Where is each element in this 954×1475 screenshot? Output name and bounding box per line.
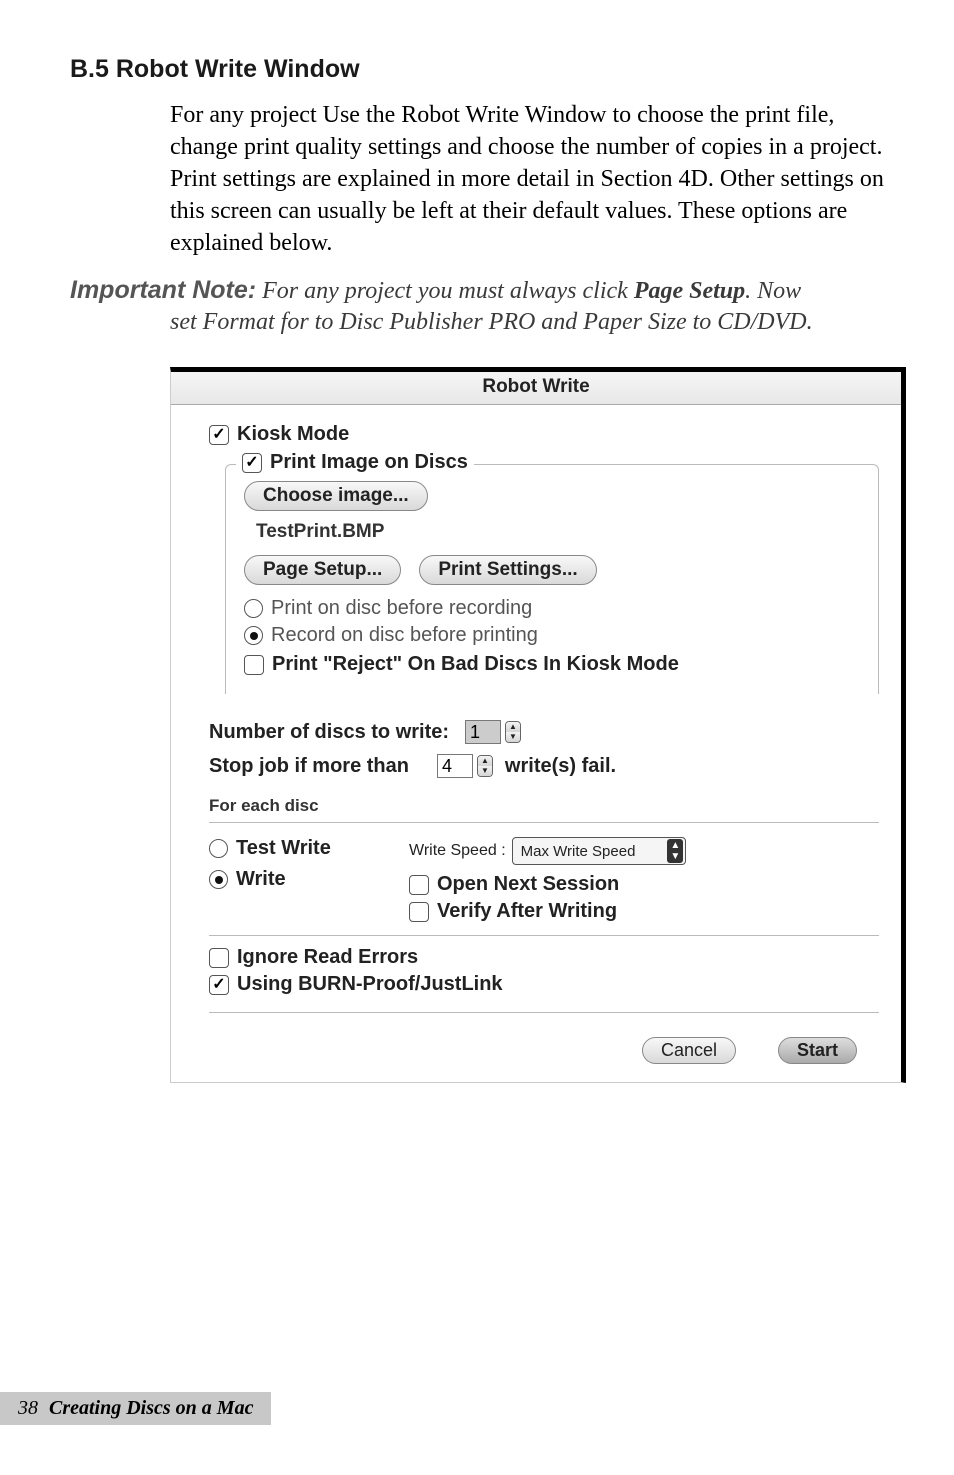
robot-write-dialog: Robot Write Kiosk Mode Print Image on Di… xyxy=(170,367,906,1083)
write-speed-label: Write Speed : xyxy=(409,842,506,860)
note-line-1b: . Now xyxy=(745,278,801,304)
print-reject-label: Print "Reject" On Bad Discs In Kiosk Mod… xyxy=(272,653,679,676)
cancel-button[interactable]: Cancel xyxy=(642,1037,736,1064)
stop-job-input[interactable] xyxy=(437,754,473,778)
print-reject-checkbox[interactable] xyxy=(244,655,264,675)
num-discs-input[interactable] xyxy=(465,720,501,744)
note-line-1a: For any project you must always click xyxy=(262,278,634,304)
print-before-label: Print on disc before recording xyxy=(271,597,532,620)
stop-job-label-b: write(s) fail. xyxy=(505,755,616,778)
num-discs-label: Number of discs to write: xyxy=(209,721,449,744)
note-line-2: set Format for to Disc Publisher PRO and… xyxy=(170,307,884,339)
verify-after-writing-checkbox[interactable] xyxy=(409,902,429,922)
page-number: 38 xyxy=(18,1397,38,1419)
verify-after-writing-label: Verify After Writing xyxy=(437,900,617,923)
page-setup-button[interactable]: Page Setup... xyxy=(244,555,401,585)
write-radio[interactable] xyxy=(209,870,228,889)
print-settings-button[interactable]: Print Settings... xyxy=(419,555,596,585)
burn-proof-label: Using BURN-Proof/JustLink xyxy=(237,973,503,996)
write-label: Write xyxy=(236,868,286,891)
num-discs-stepper[interactable]: ▲▼ xyxy=(505,721,521,743)
for-each-disc-label: For each disc xyxy=(209,796,879,816)
choose-image-button[interactable]: Choose image... xyxy=(244,481,428,511)
note-prefix: Important Note: xyxy=(70,276,256,304)
open-next-session-checkbox[interactable] xyxy=(409,875,429,895)
record-before-radio[interactable] xyxy=(244,626,263,645)
open-next-session-label: Open Next Session xyxy=(437,873,619,896)
write-speed-value: Max Write Speed xyxy=(521,843,636,860)
chosen-filename: TestPrint.BMP xyxy=(256,521,860,543)
section-paragraph: For any project Use the Robot Write Wind… xyxy=(170,100,884,260)
dropdown-arrows-icon: ▲▼ xyxy=(667,839,683,863)
burn-proof-checkbox[interactable] xyxy=(209,975,229,995)
important-note: Important Note: For any project you must… xyxy=(70,274,884,308)
start-button[interactable]: Start xyxy=(778,1037,857,1064)
chevron-up-icon: ▲ xyxy=(506,722,520,732)
ignore-read-errors-checkbox[interactable] xyxy=(209,948,229,968)
chevron-down-icon: ▼ xyxy=(478,766,492,776)
test-write-radio[interactable] xyxy=(209,839,228,858)
stop-job-label-a: Stop job if more than xyxy=(209,755,409,778)
print-image-checkbox[interactable] xyxy=(242,453,262,473)
section-heading: B.5 Robot Write Window xyxy=(70,55,884,84)
dialog-title: Robot Write xyxy=(171,372,901,405)
kiosk-mode-checkbox[interactable] xyxy=(209,425,229,445)
stop-job-stepper[interactable]: ▲▼ xyxy=(477,755,493,777)
chevron-down-icon: ▼ xyxy=(506,732,520,742)
test-write-label: Test Write xyxy=(236,837,331,860)
print-image-label: Print Image on Discs xyxy=(270,451,468,474)
ignore-read-errors-label: Ignore Read Errors xyxy=(237,946,418,969)
write-speed-dropdown[interactable]: Max Write Speed ▲▼ xyxy=(512,837,687,865)
chapter-title: Creating Discs on a Mac xyxy=(49,1397,253,1419)
note-page-setup-strong: Page Setup xyxy=(634,278,745,304)
record-before-label: Record on disc before printing xyxy=(271,624,538,647)
footer: 38 Creating Discs on a Mac xyxy=(0,1392,271,1425)
print-before-radio[interactable] xyxy=(244,599,263,618)
kiosk-mode-label: Kiosk Mode xyxy=(237,423,349,446)
chevron-up-icon: ▲ xyxy=(478,756,492,766)
